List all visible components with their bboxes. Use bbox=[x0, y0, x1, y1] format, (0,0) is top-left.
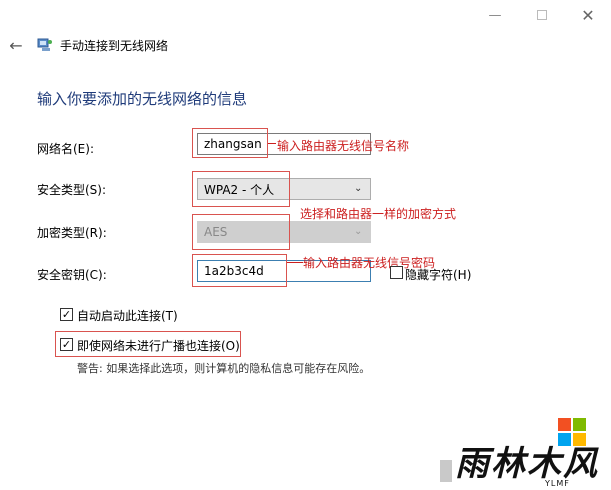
minimize-button[interactable]: — bbox=[472, 0, 518, 30]
check-icon: ✓ bbox=[61, 308, 72, 321]
chevron-down-icon: ⌄ bbox=[354, 226, 363, 237]
hide-characters-checkbox[interactable] bbox=[390, 266, 403, 279]
security-key-label: 安全密钥(C): bbox=[37, 268, 107, 282]
network-name-value: zhangsan bbox=[204, 137, 262, 151]
encryption-type-label: 加密类型(R): bbox=[37, 226, 107, 240]
windows-logo-icon bbox=[558, 418, 586, 446]
encryption-type-select: AES ⌄ bbox=[197, 221, 371, 243]
auto-connect-label: 自动启动此连接(T) bbox=[77, 309, 178, 323]
privacy-warning: 警告: 如果选择此选项，则计算机的隐私信息可能存在风险。 bbox=[77, 362, 371, 375]
encryption-type-value: AES bbox=[204, 225, 228, 239]
security-key-value: 1a2b3c4d bbox=[204, 264, 264, 278]
security-type-value: WPA2 - 个人 bbox=[204, 182, 275, 197]
watermark-brand: 雨林木风 bbox=[455, 444, 599, 484]
network-name-label: 网络名(E): bbox=[37, 142, 94, 156]
connect-hidden-label: 即使网络未进行广播也连接(O) bbox=[77, 339, 240, 353]
security-type-select[interactable]: WPA2 - 个人 ⌄ bbox=[197, 178, 371, 200]
window-title: 手动连接到无线网络 bbox=[60, 39, 169, 53]
close-button[interactable]: ✕ bbox=[565, 0, 611, 30]
close-icon: ✕ bbox=[581, 5, 595, 25]
minimize-icon: — bbox=[488, 7, 502, 23]
check-icon: ✓ bbox=[61, 338, 72, 351]
page-heading: 输入你要添加的无线网络的信息 bbox=[37, 90, 248, 108]
watermark-shape bbox=[440, 460, 452, 482]
back-arrow-icon: ← bbox=[9, 35, 23, 55]
auto-connect-checkbox[interactable]: ✓ bbox=[60, 308, 73, 321]
back-button[interactable]: ← bbox=[4, 34, 28, 56]
annotation-line-key bbox=[287, 262, 303, 263]
watermark-sub: YLMF bbox=[545, 479, 570, 488]
network-icon bbox=[37, 38, 52, 51]
annotation-name-note: 输入路由器无线信号名称 bbox=[277, 139, 410, 153]
annotation-security-note: 选择和路由器一样的加密方式 bbox=[300, 207, 457, 221]
maximize-icon bbox=[537, 10, 547, 20]
maximize-button[interactable] bbox=[519, 0, 565, 30]
connect-hidden-checkbox[interactable]: ✓ bbox=[60, 338, 73, 351]
annotation-line-name bbox=[268, 143, 276, 144]
hide-characters-label: 隐藏字符(H) bbox=[405, 268, 472, 282]
security-type-label: 安全类型(S): bbox=[37, 183, 107, 197]
chevron-down-icon: ⌄ bbox=[354, 183, 363, 194]
